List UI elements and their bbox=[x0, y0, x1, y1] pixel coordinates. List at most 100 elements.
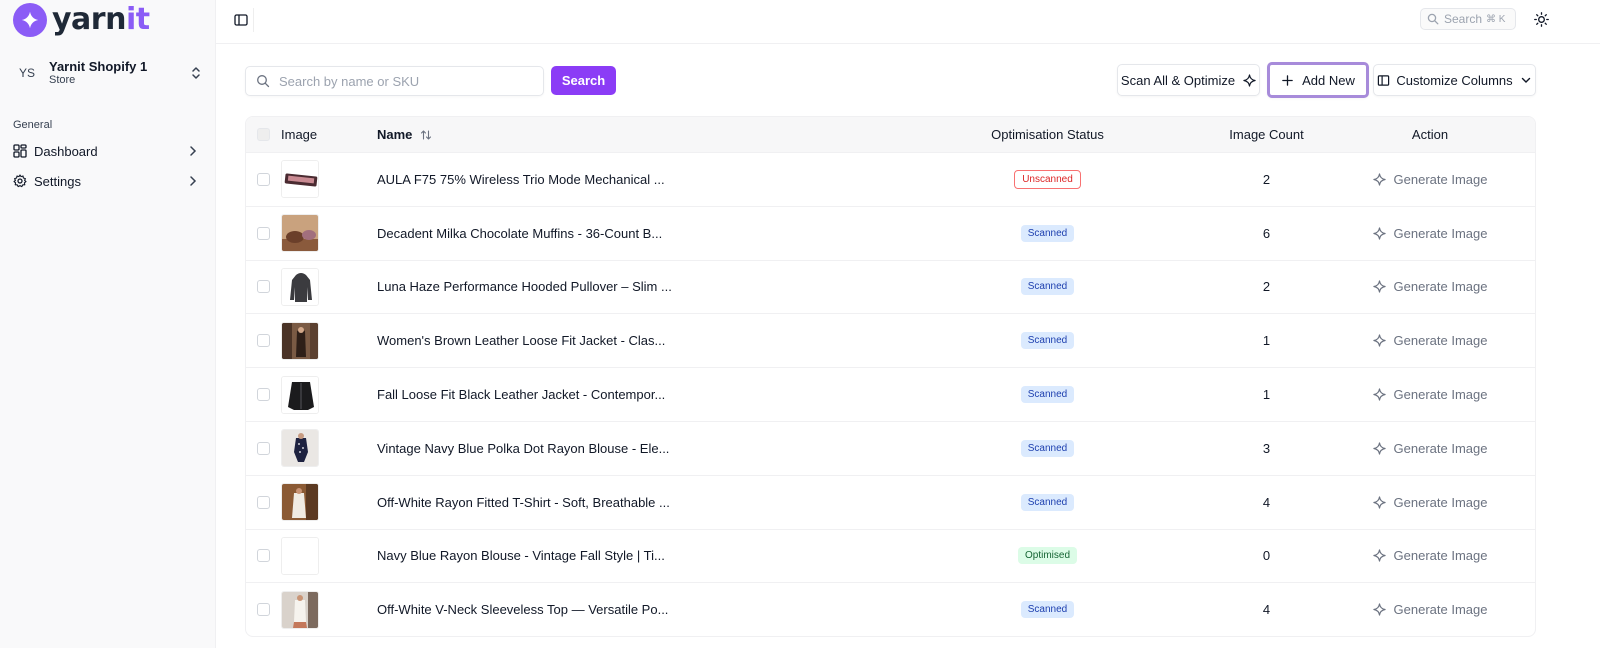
table-row[interactable]: AULA F75 75% Wireless Trio Mode Mechanic… bbox=[246, 152, 1535, 206]
shortcut-hint: ⌘ K bbox=[1486, 13, 1506, 25]
image-count: 0 bbox=[1262, 548, 1271, 564]
row-checkbox[interactable] bbox=[257, 388, 270, 402]
sidebar-item-settings[interactable]: Settings bbox=[13, 168, 199, 194]
table-row[interactable]: Fall Loose Fit Black Leather Jacket - Co… bbox=[246, 367, 1535, 421]
row-checkbox[interactable] bbox=[257, 280, 270, 294]
column-header-count: Image Count bbox=[1229, 127, 1304, 142]
store-type: Store bbox=[49, 74, 76, 86]
product-thumbnail[interactable] bbox=[281, 429, 319, 468]
image-count: 4 bbox=[1262, 602, 1271, 618]
product-search-field[interactable] bbox=[245, 66, 544, 96]
column-header-action: Action bbox=[1411, 127, 1449, 142]
product-thumbnail[interactable] bbox=[281, 590, 319, 629]
product-name[interactable]: Luna Haze Performance Hooded Pullover – … bbox=[377, 279, 672, 294]
product-name[interactable]: Decadent Milka Chocolate Muffins - 36-Co… bbox=[377, 226, 662, 241]
generate-image-button[interactable]: Generate Image bbox=[1372, 602, 1488, 618]
table-row[interactable]: Luna Haze Performance Hooded Pullover – … bbox=[246, 259, 1535, 314]
product-thumbnail[interactable] bbox=[281, 214, 319, 253]
table-body: AULA F75 75% Wireless Trio Mode Mechanic… bbox=[246, 152, 1535, 636]
gear-icon bbox=[13, 174, 27, 188]
column-header-name-label: Name bbox=[377, 127, 413, 142]
search-icon bbox=[1427, 13, 1439, 25]
image-count: 2 bbox=[1262, 279, 1271, 295]
product-name[interactable]: Off-White Rayon Fitted T-Shirt - Soft, B… bbox=[377, 495, 670, 510]
product-thumbnail[interactable] bbox=[281, 375, 319, 414]
sparkle-icon bbox=[1372, 549, 1386, 563]
generate-image-button[interactable]: Generate Image bbox=[1372, 171, 1488, 187]
product-name[interactable]: Off-White V-Neck Sleeveless Top — Versat… bbox=[377, 602, 668, 617]
generate-image-button[interactable]: Generate Image bbox=[1372, 226, 1487, 241]
status-badge: Scanned bbox=[1020, 439, 1075, 457]
product-name[interactable]: AULA F75 75% Wireless Trio Mode Mechanic… bbox=[377, 172, 665, 187]
product-name[interactable]: Fall Loose Fit Black Leather Jacket - Co… bbox=[377, 387, 665, 402]
generate-image-label: Generate Image bbox=[1393, 171, 1488, 187]
sparkle-icon bbox=[1372, 442, 1386, 455]
add-new-label: Add New bbox=[1302, 72, 1355, 88]
table-header: Image Name Optimisation Status Image Cou… bbox=[246, 117, 1535, 152]
add-new-button[interactable]: Add New bbox=[1267, 62, 1369, 98]
product-thumbnail[interactable] bbox=[281, 536, 319, 575]
panel-left-icon bbox=[233, 14, 248, 26]
search-icon bbox=[257, 75, 270, 88]
column-header-name[interactable]: Name bbox=[377, 127, 887, 142]
status-badge: Scanned bbox=[1020, 278, 1075, 296]
sidebar-item-dashboard[interactable]: Dashboard bbox=[13, 138, 199, 164]
generate-image-button[interactable]: Generate Image bbox=[1372, 333, 1487, 348]
product-search-input[interactable] bbox=[279, 73, 529, 89]
generate-image-button[interactable]: Generate Image bbox=[1372, 279, 1487, 294]
global-search-label: Search bbox=[1444, 12, 1483, 26]
store-avatar: YS bbox=[18, 66, 35, 80]
image-count: 1 bbox=[1262, 387, 1271, 403]
store-info: Yarnit Shopify 1 Store bbox=[49, 59, 189, 87]
product-name[interactable]: Women's Brown Leather Loose Fit Jacket -… bbox=[377, 333, 665, 348]
generate-image-label: Generate Image bbox=[1393, 494, 1488, 510]
select-all-checkbox[interactable] bbox=[257, 128, 270, 141]
table-row[interactable]: Women's Brown Leather Loose Fit Jacket -… bbox=[246, 313, 1535, 367]
image-count: 2 bbox=[1262, 171, 1271, 187]
generate-image-button[interactable]: Generate Image bbox=[1372, 548, 1487, 563]
product-thumbnail[interactable] bbox=[281, 267, 319, 306]
store-name: Yarnit Shopify 1 bbox=[49, 59, 148, 74]
sparkle-icon bbox=[1372, 495, 1386, 509]
status-badge: Scanned bbox=[1020, 386, 1075, 404]
table-row[interactable]: Off-White Rayon Fitted T-Shirt - Soft, B… bbox=[246, 474, 1535, 529]
sidebar-toggle-button[interactable] bbox=[228, 8, 254, 32]
generate-image-label: Generate Image bbox=[1393, 440, 1488, 456]
sun-icon bbox=[1533, 11, 1549, 27]
product-thumbnail[interactable] bbox=[281, 321, 319, 360]
sparkle-icon bbox=[1243, 73, 1256, 87]
row-checkbox[interactable] bbox=[257, 603, 270, 617]
row-checkbox[interactable] bbox=[257, 226, 270, 240]
chevron-right-icon bbox=[190, 176, 197, 186]
customize-columns-button[interactable]: Customize Columns bbox=[1373, 64, 1536, 96]
generate-image-label: Generate Image bbox=[1393, 602, 1488, 618]
store-switcher[interactable]: YS Yarnit Shopify 1 Store bbox=[13, 56, 203, 90]
theme-toggle-button[interactable] bbox=[1531, 9, 1551, 29]
scan-all-label: Scan All & Optimize bbox=[1120, 72, 1236, 88]
generate-image-button[interactable]: Generate Image bbox=[1372, 387, 1487, 402]
table-row[interactable]: Vintage Navy Blue Polka Dot Rayon Blouse… bbox=[246, 420, 1535, 475]
image-count: 4 bbox=[1262, 494, 1271, 510]
row-checkbox[interactable] bbox=[257, 441, 270, 455]
product-thumbnail[interactable] bbox=[281, 483, 319, 522]
generate-image-button[interactable]: Generate Image bbox=[1372, 494, 1488, 510]
table-row[interactable]: Off-White V-Neck Sleeveless Top — Versat… bbox=[246, 582, 1535, 636]
dashboard-icon bbox=[13, 144, 27, 158]
row-checkbox[interactable] bbox=[257, 172, 270, 186]
sidebar-item-label: Dashboard bbox=[34, 143, 98, 159]
sparkle-icon bbox=[1372, 603, 1386, 616]
plus-icon bbox=[1282, 74, 1293, 86]
search-button[interactable]: Search bbox=[551, 66, 616, 95]
row-checkbox[interactable] bbox=[257, 334, 270, 348]
product-thumbnail[interactable] bbox=[281, 160, 319, 199]
row-checkbox[interactable] bbox=[257, 495, 270, 509]
product-name[interactable]: Vintage Navy Blue Polka Dot Rayon Blouse… bbox=[377, 441, 669, 456]
scan-all-optimize-button[interactable]: Scan All & Optimize bbox=[1117, 64, 1260, 96]
global-search-button[interactable]: Search ⌘ K bbox=[1420, 8, 1516, 30]
table-row[interactable]: Navy Blue Rayon Blouse - Vintage Fall St… bbox=[246, 528, 1535, 583]
row-checkbox[interactable] bbox=[257, 549, 270, 563]
brand-logo[interactable]: yarnit bbox=[13, 3, 150, 37]
generate-image-button[interactable]: Generate Image bbox=[1372, 440, 1488, 456]
table-row[interactable]: Decadent Milka Chocolate Muffins - 36-Co… bbox=[246, 205, 1535, 260]
product-name[interactable]: Navy Blue Rayon Blouse - Vintage Fall St… bbox=[377, 548, 665, 563]
